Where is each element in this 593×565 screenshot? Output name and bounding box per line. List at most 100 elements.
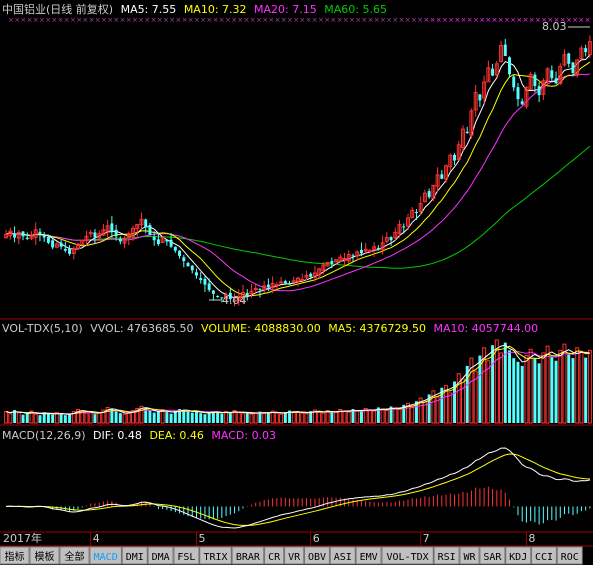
candle-body xyxy=(114,229,118,237)
indicator-tab-vol-tdx[interactable]: VOL-TDX xyxy=(381,546,434,565)
cross-marker: × xyxy=(219,16,225,24)
cross-marker: × xyxy=(498,16,504,24)
cross-marker: × xyxy=(535,16,541,24)
cross-marker: × xyxy=(126,16,132,24)
cross-marker: × xyxy=(368,16,374,24)
price-ma60-label: MA60: 5.65 xyxy=(324,3,387,16)
volume-bar xyxy=(97,412,102,424)
volume-bar xyxy=(4,411,9,424)
indicator-tab-cr[interactable]: CR xyxy=(264,546,285,565)
cross-marker: × xyxy=(392,16,398,24)
volume-header: VOL-TDX(5,10) VVOL: 4763685.50 VOLUME: 4… xyxy=(2,322,538,335)
volume-bar xyxy=(410,405,415,424)
volume-bar xyxy=(291,412,296,424)
candle-body xyxy=(186,263,190,267)
volume-bar xyxy=(367,409,372,424)
price-panel: 8.03 4.04 xyxy=(4,20,592,307)
cross-marker: × xyxy=(256,16,262,24)
indicator-tab-label: VR xyxy=(288,552,301,563)
indicator-tab-vr[interactable]: VR xyxy=(284,546,305,565)
candle-body xyxy=(414,212,418,214)
volume-bar xyxy=(126,411,131,424)
indicator-tab-label: DMI xyxy=(126,552,144,563)
indicator-tab-dmi[interactable]: DMI xyxy=(121,546,148,565)
cross-marker: × xyxy=(151,16,157,24)
indicator-tab-dma[interactable]: DMA xyxy=(147,546,174,565)
volume-bar xyxy=(199,413,203,423)
indicator-tab-wr[interactable]: WR xyxy=(459,546,480,565)
indicator-tab-trix[interactable]: TRIX xyxy=(199,546,232,565)
indicator-tab-全部[interactable]: 全部 xyxy=(59,546,90,565)
indicator-tab-label: 模板 xyxy=(35,550,55,563)
indicator-tab-emv[interactable]: EMV xyxy=(355,546,382,565)
indicator-tab-cci[interactable]: CCI xyxy=(531,546,557,565)
cross-marker: × xyxy=(275,16,281,24)
cross-marker: × xyxy=(82,16,88,24)
cross-marker: × xyxy=(231,16,237,24)
volume-bar xyxy=(38,415,42,423)
volume-bar xyxy=(169,413,173,423)
indicator-tab-label: BRAR xyxy=(236,552,261,563)
cross-marker: × xyxy=(33,16,39,24)
cross-marker: × xyxy=(572,16,578,24)
cross-marker: × xyxy=(268,16,274,24)
price-ma20-label: MA20: 7.15 xyxy=(254,3,317,16)
macd-indicator-name: MACD(12,26,9) xyxy=(2,429,86,442)
indicator-tab-roc[interactable]: ROC xyxy=(556,546,583,565)
indicator-tab-label: SAR xyxy=(483,552,502,563)
cross-marker: × xyxy=(188,16,194,24)
candle-body xyxy=(148,225,152,235)
candle-body xyxy=(427,191,431,198)
stock-chart[interactable]: × × × × × × × × × × × × × × × × × × × × × × × × × × × × × × × × × × × × × × × ×… xyxy=(0,0,593,565)
candle-body xyxy=(512,76,516,88)
volume-bar xyxy=(558,349,563,424)
volume-bar xyxy=(203,414,207,423)
volume-bar xyxy=(51,414,55,423)
indicator-tab-sar[interactable]: SAR xyxy=(479,546,506,565)
cross-marker: × xyxy=(430,16,436,24)
indicator-tab-模板[interactable]: 模板 xyxy=(29,546,60,565)
volume-bar xyxy=(554,360,558,423)
indicator-tab-obv[interactable]: OBV xyxy=(304,546,330,565)
volume-bar xyxy=(194,410,198,423)
cross-marker: × xyxy=(175,16,181,24)
indicator-tab-macd[interactable]: MACD xyxy=(89,546,122,565)
volume-bar xyxy=(571,358,575,423)
indicator-tab-fsl[interactable]: FSL xyxy=(173,546,200,565)
volume-bar xyxy=(220,413,224,423)
month-tick-label: 5 xyxy=(198,532,205,545)
volume-bar xyxy=(460,378,465,424)
cross-marker: × xyxy=(144,16,150,24)
indicator-tab-label: ASI xyxy=(334,552,352,563)
cross-marker: × xyxy=(244,16,250,24)
indicator-tab-指标[interactable]: 指标 xyxy=(0,546,30,565)
volume-bar xyxy=(499,352,504,424)
volume-bar xyxy=(8,413,13,424)
candle-body xyxy=(169,239,173,247)
cross-marker: × xyxy=(262,16,268,24)
macd-header: MACD(12,26,9) DIF: 0.48 DEA: 0.46 MACD: … xyxy=(2,429,276,442)
candle-body xyxy=(46,236,50,243)
price-ma5-label: MA5: 7.55 xyxy=(121,3,177,16)
volume-bar xyxy=(88,411,93,424)
indicator-tab-asi[interactable]: ASI xyxy=(329,546,356,565)
candle-body xyxy=(178,250,182,256)
candle-body xyxy=(402,226,406,228)
candle-body xyxy=(279,281,284,284)
indicator-tab-rsi[interactable]: RSI xyxy=(433,546,460,565)
candle-body xyxy=(165,239,169,242)
volume-bar xyxy=(156,411,160,423)
volume-bar xyxy=(228,413,232,423)
volume-bar xyxy=(224,411,229,424)
cross-marker: × xyxy=(361,16,367,24)
candle-body xyxy=(118,238,122,242)
candle-body xyxy=(288,283,292,285)
indicator-tab-brar[interactable]: BRAR xyxy=(231,546,265,565)
cross-marker: × xyxy=(312,16,318,24)
indicator-tab-label: MACD xyxy=(94,552,118,563)
volume-bar xyxy=(512,358,516,423)
indicator-tab-kdj[interactable]: KDJ xyxy=(505,546,532,565)
cross-marker: × xyxy=(250,16,256,24)
candle-body xyxy=(110,223,114,232)
volume-indicator-name: VOL-TDX(5,10) xyxy=(2,322,83,335)
